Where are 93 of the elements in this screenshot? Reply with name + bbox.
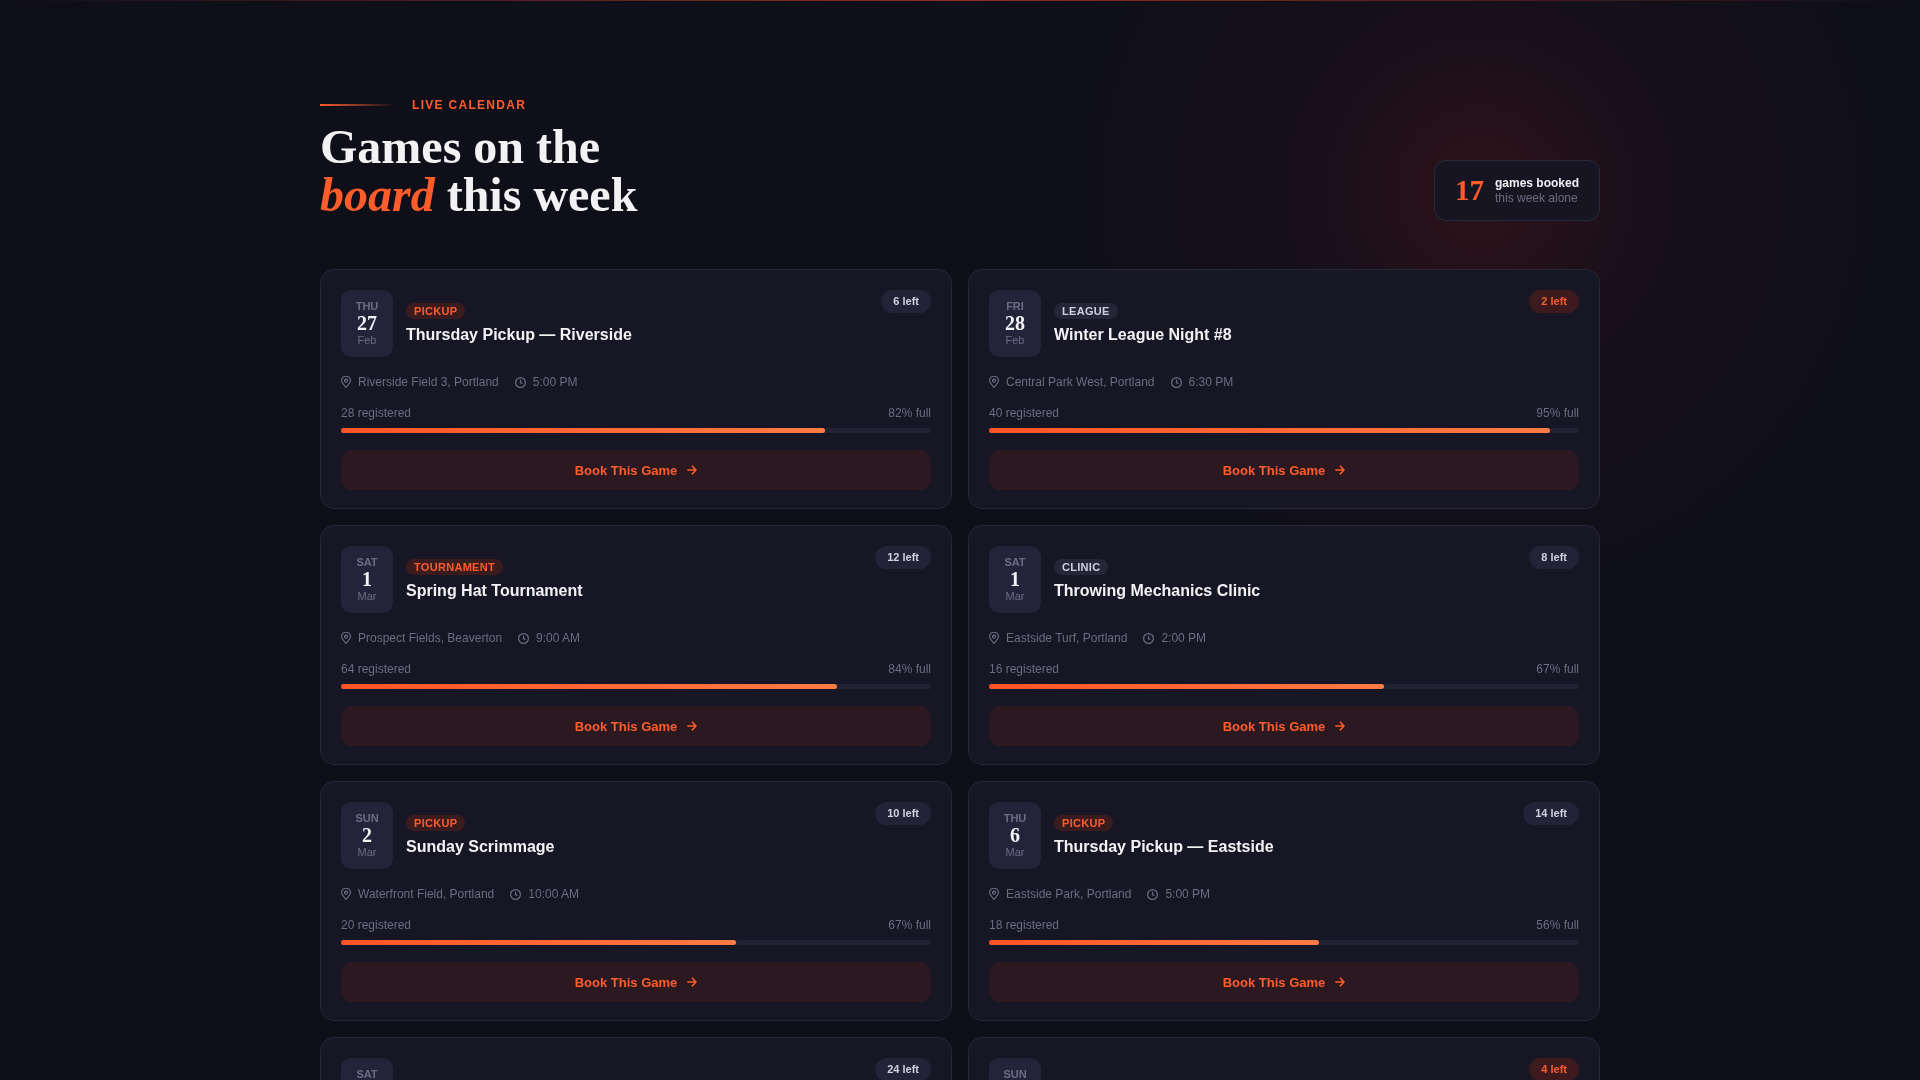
book-button[interactable]: Book This Game <box>341 450 931 490</box>
weekday-label: THU <box>1003 812 1027 824</box>
weekday-label: SAT <box>1004 556 1026 568</box>
map-pin-icon <box>989 888 999 900</box>
arrow-right-icon <box>1335 977 1346 987</box>
arrow-right-icon <box>687 465 698 475</box>
location-text: Prospect Fields, Beaverton <box>358 630 503 647</box>
book-button[interactable]: Book This Game <box>341 706 931 746</box>
spots-left-pill: 8 left <box>1529 546 1579 569</box>
book-button[interactable]: Book This Game <box>989 962 1579 1002</box>
spots-left-pill: 14 left <box>1523 802 1579 825</box>
time-text: 2:00 PM <box>1161 630 1207 647</box>
booked-label: games booked <box>1494 176 1579 190</box>
clock-icon <box>1147 888 1159 900</box>
map-pin-icon <box>341 376 351 388</box>
arrow-right-icon <box>687 977 698 987</box>
page-heading: Games on the board this week <box>320 123 639 219</box>
day-number: 1 <box>1010 568 1020 590</box>
day-number: 28 <box>1005 312 1025 334</box>
day-number: 27 <box>357 312 377 334</box>
location-text: Central Park West, Portland <box>1006 374 1155 391</box>
clock-icon <box>510 888 522 900</box>
spots-left-pill: 10 left <box>875 802 931 825</box>
weekday-label: SUN <box>1003 1068 1027 1080</box>
capacity-percent: 67% full <box>1536 661 1579 677</box>
booked-count: 17 <box>1454 176 1484 205</box>
weekday-label: SAT <box>356 1068 378 1080</box>
map-pin-icon <box>989 376 999 388</box>
weekday-label: FRI <box>1006 300 1024 312</box>
spots-left-pill: 2 left <box>1529 290 1579 313</box>
weekday-label: THU <box>355 300 379 312</box>
category-tag: TOURNAMENT <box>406 558 503 575</box>
month-label: Feb <box>1005 334 1025 347</box>
capacity-percent: 95% full <box>1536 405 1579 421</box>
location-text: Eastside Park, Portland <box>1006 886 1132 903</box>
month-label: Feb <box>357 334 377 347</box>
category-tag: LEAGUE <box>1054 302 1118 319</box>
game-title: Winter League Night #8 <box>1054 324 1232 345</box>
capacity-percent: 84% full <box>888 661 931 677</box>
book-button[interactable]: Book This Game <box>989 706 1579 746</box>
time-text: 9:00 AM <box>536 630 581 647</box>
day-number: 6 <box>1010 824 1020 846</box>
registered-count: 28 registered <box>341 405 412 421</box>
category-tag: CLINIC <box>1054 558 1109 575</box>
game-title: Spring Hat Tournament <box>406 580 583 601</box>
registered-count: 20 registered <box>341 917 412 933</box>
map-pin-icon <box>341 888 351 900</box>
capacity-percent: 82% full <box>888 405 931 421</box>
month-label: Mar <box>357 846 377 859</box>
map-pin-icon <box>989 632 999 644</box>
capacity-percent: 67% full <box>888 917 931 933</box>
location-text: Waterfront Field, Portland <box>358 886 495 903</box>
clock-icon <box>1170 376 1182 388</box>
book-button[interactable]: Book This Game <box>989 450 1579 490</box>
category-tag: PICKUP <box>1054 814 1114 831</box>
time-text: 5:00 PM <box>1165 886 1211 903</box>
spots-left-pill: 6 left <box>881 290 931 313</box>
day-number: 2 <box>362 824 372 846</box>
capacity-percent: 56% full <box>1536 917 1579 933</box>
registered-count: 16 registered <box>989 661 1060 677</box>
booked-sublabel: this week alone <box>1494 191 1579 205</box>
game-title: Sunday Scrimmage <box>406 836 555 857</box>
spots-left-pill: 4 left <box>1529 1058 1579 1080</box>
category-tag: PICKUP <box>406 814 466 831</box>
month-label: Mar <box>357 590 377 603</box>
arrow-right-icon <box>1335 465 1346 475</box>
location-text: Eastside Turf, Portland <box>1006 630 1128 647</box>
registered-count: 40 registered <box>989 405 1060 421</box>
game-title: Throwing Mechanics Clinic <box>1054 580 1261 601</box>
time-text: 6:30 PM <box>1188 374 1234 391</box>
weekday-label: SUN <box>355 812 379 824</box>
category-tag: PICKUP <box>406 302 466 319</box>
location-text: Riverside Field 3, Portland <box>358 374 499 391</box>
clock-icon <box>514 376 526 388</box>
registered-count: 64 registered <box>341 661 412 677</box>
month-label: Mar <box>1005 846 1025 859</box>
eyebrow-label: LIVE CALENDAR <box>412 98 527 112</box>
time-text: 5:00 PM <box>532 374 578 391</box>
time-text: 10:00 AM <box>528 886 579 903</box>
clock-icon <box>518 632 530 644</box>
weekday-label: SAT <box>356 556 378 568</box>
clock-icon <box>1143 632 1155 644</box>
map-pin-icon <box>341 632 351 644</box>
arrow-right-icon <box>687 721 698 731</box>
month-label: Mar <box>1005 590 1025 603</box>
day-number: 1 <box>362 568 372 590</box>
spots-left-pill: 24 left <box>875 1058 931 1080</box>
game-title: Thursday Pickup — Eastside <box>1054 836 1274 857</box>
game-title: Thursday Pickup — Riverside <box>406 324 632 345</box>
book-button[interactable]: Book This Game <box>341 962 931 1002</box>
arrow-right-icon <box>1335 721 1346 731</box>
spots-left-pill: 12 left <box>875 546 931 569</box>
registered-count: 18 registered <box>989 917 1060 933</box>
